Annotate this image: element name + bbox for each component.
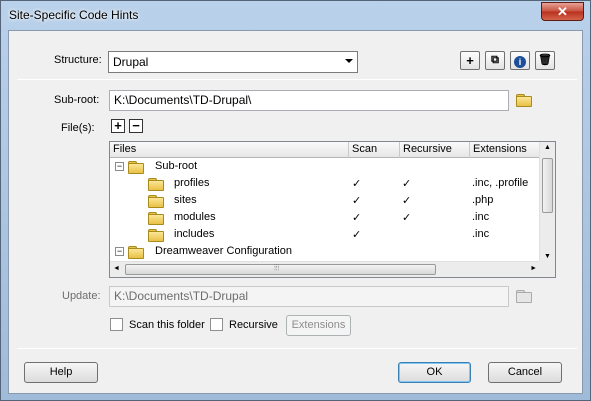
structure-select-value: Drupal: [113, 55, 149, 69]
browse-folder-icon[interactable]: [516, 94, 532, 107]
chevron-down-icon: [345, 59, 353, 63]
info-button[interactable]: i: [510, 51, 530, 70]
vertical-scroll-thumb[interactable]: [542, 158, 553, 213]
tree-row-name: Dreamweaver Configuration: [155, 245, 292, 257]
scroll-right-arrow-icon[interactable]: ►: [530, 265, 537, 272]
collapse-icon[interactable]: −: [115, 162, 124, 171]
update-input: K:\Documents\TD-Drupal: [109, 286, 509, 307]
scan-checkmark: ✓: [352, 212, 362, 224]
extensions-value: .inc: [472, 211, 490, 223]
remove-file-button[interactable]: −: [129, 119, 143, 133]
cancel-button[interactable]: Cancel: [488, 362, 562, 383]
column-header-scan[interactable]: Scan: [349, 142, 400, 158]
folder-icon: [148, 212, 164, 225]
tree-row[interactable]: sites ✓ ✓ .php: [110, 192, 541, 209]
files-label: File(s):: [61, 122, 95, 134]
window-title: Site-Specific Code Hints: [9, 8, 139, 22]
folder-icon: [128, 246, 144, 259]
subroot-input[interactable]: K:\Documents\TD-Drupal\: [109, 90, 509, 111]
horizontal-scroll-thumb[interactable]: ⦙⦙⦙: [125, 263, 436, 275]
scan-checkmark: ✓: [352, 229, 362, 241]
grid-header: Files Scan Recursive Extensions: [110, 142, 541, 158]
subroot-label: Sub-root:: [54, 94, 100, 106]
extensions-value: .php: [472, 194, 494, 206]
update-label: Update:: [62, 290, 101, 302]
structure-label: Structure:: [54, 54, 102, 66]
ok-button[interactable]: OK: [398, 362, 471, 383]
tree-row-name: modules: [174, 211, 216, 223]
trash-icon: 🗑: [538, 54, 552, 66]
scan-folder-label: Scan this folder: [129, 319, 205, 331]
tree-row-name: sites: [174, 194, 197, 206]
column-header-extensions[interactable]: Extensions: [470, 142, 541, 158]
vertical-scrollbar[interactable]: ▲ ▼: [539, 142, 555, 262]
extensions-value: .inc: [472, 228, 490, 240]
duplicate-structure-button[interactable]: ⧉: [485, 51, 505, 70]
dialog-body: Structure: Drupal + ⧉ i 🗑 Sub-root: K:\D…: [8, 30, 583, 394]
tree-row-name: profiles: [174, 177, 210, 189]
tree-row[interactable]: − Sub-root: [110, 158, 541, 175]
scan-folder-checkbox[interactable]: [110, 318, 123, 331]
title-bar[interactable]: Site-Specific Code Hints ✕: [1, 1, 590, 29]
recursive-label: Recursive: [229, 319, 278, 331]
add-file-button[interactable]: +: [111, 119, 125, 133]
extensions-button[interactable]: Extensions: [286, 315, 351, 336]
recursive-checkmark: ✓: [402, 178, 412, 190]
separator: [17, 79, 577, 80]
scroll-down-arrow-icon[interactable]: ▼: [544, 253, 551, 260]
scroll-up-arrow-icon[interactable]: ▲: [544, 144, 551, 151]
add-structure-button[interactable]: +: [460, 51, 480, 70]
delete-structure-button[interactable]: 🗑: [535, 51, 555, 70]
recursive-checkmark: ✓: [402, 212, 412, 224]
tree-row[interactable]: modules ✓ ✓ .inc: [110, 209, 541, 226]
column-header-files[interactable]: Files: [110, 142, 349, 158]
scan-checkmark: ✓: [352, 178, 362, 190]
scan-checkmark: ✓: [352, 195, 362, 207]
tree-row[interactable]: − Dreamweaver Configuration: [110, 243, 541, 260]
extensions-value: .inc, .profile: [472, 177, 529, 189]
info-icon: i: [514, 56, 526, 68]
help-button[interactable]: Help: [24, 362, 98, 383]
folder-icon: [148, 229, 164, 242]
tree-row-name: includes: [174, 228, 215, 240]
column-header-recursive[interactable]: Recursive: [400, 142, 470, 158]
scroll-left-arrow-icon[interactable]: ◄: [113, 265, 120, 272]
browse-folder-icon: [516, 290, 532, 303]
horizontal-scrollbar[interactable]: ◄ ⦙⦙⦙ ►: [110, 261, 541, 277]
separator: [17, 348, 577, 349]
scroll-grip-icon: ⦙⦙⦙: [274, 263, 280, 272]
collapse-icon[interactable]: −: [115, 247, 124, 256]
files-tree-grid[interactable]: Files Scan Recursive Extensions − Sub-ro…: [109, 141, 556, 278]
structure-select[interactable]: Drupal: [108, 51, 358, 73]
scrollbar-corner: [539, 261, 555, 277]
close-button[interactable]: ✕: [541, 2, 584, 21]
tree-row[interactable]: profiles ✓ ✓ .inc, .profile: [110, 175, 541, 192]
dialog-window: Site-Specific Code Hints ✕ Structure: Dr…: [0, 0, 591, 401]
folder-icon: [128, 161, 144, 174]
folder-icon: [148, 195, 164, 208]
folder-icon: [148, 178, 164, 191]
tree-row-name: Sub-root: [155, 160, 198, 172]
tree-row[interactable]: includes ✓ .inc: [110, 226, 541, 243]
recursive-checkbox[interactable]: [210, 318, 223, 331]
recursive-checkmark: ✓: [402, 195, 412, 207]
